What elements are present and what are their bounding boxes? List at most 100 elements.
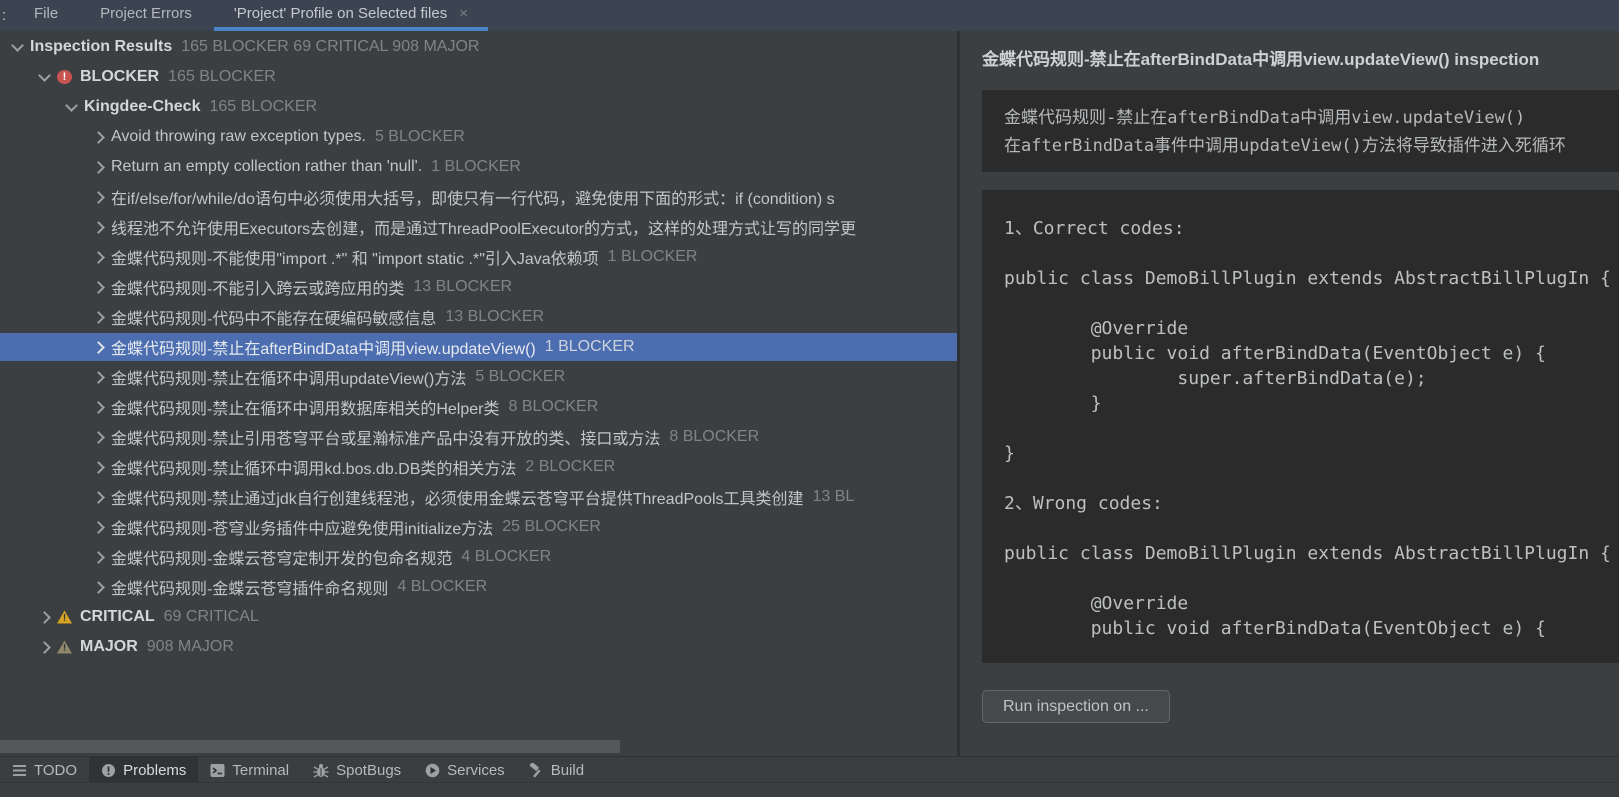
- tree-row[interactable]: 金蝶代码规则-不能引入跨云或跨应用的类 13 BLOCKER: [0, 273, 957, 301]
- tree-row[interactable]: !CRITICAL69 CRITICAL: [0, 603, 957, 631]
- tree-row-count: 1 BLOCKER: [431, 158, 521, 176]
- tree-row-count: 8 BLOCKER: [508, 398, 598, 416]
- tree-row-label: 金蝶代码规则-禁止在afterBindData中调用view.updateVie…: [111, 335, 536, 359]
- tree-row[interactable]: 金蝶代码规则-禁止在afterBindData中调用view.updateVie…: [0, 333, 957, 361]
- close-icon[interactable]: ×: [459, 5, 468, 22]
- chevron-right-icon[interactable]: [87, 546, 109, 568]
- inspection-code-example: 1、Correct codes: public class DemoBillPl…: [982, 190, 1619, 663]
- toolwindow-label: Problems: [123, 762, 186, 779]
- chevron-right-icon[interactable]: [87, 396, 109, 418]
- tree-row-label: Avoid throwing raw exception types.: [111, 128, 366, 146]
- toolwindow-label: SpotBugs: [336, 762, 401, 779]
- chevron-right-icon[interactable]: [87, 216, 109, 238]
- run-inspection-button[interactable]: Run inspection on ...: [982, 690, 1170, 723]
- tree-row[interactable]: 金蝶代码规则-不能使用"import .*" 和 "import static …: [0, 243, 957, 271]
- tree-row[interactable]: 金蝶代码规则-金蝶云苍穹插件命名规则4 BLOCKER: [0, 573, 957, 601]
- tree-row[interactable]: !MAJOR908 MAJOR: [0, 633, 957, 661]
- chevron-right-icon[interactable]: [33, 606, 55, 628]
- chevron-right-icon[interactable]: [87, 336, 109, 358]
- chevron-right-icon[interactable]: [87, 576, 109, 598]
- chevron-right-icon[interactable]: [87, 156, 109, 178]
- chevron-right-icon[interactable]: [87, 516, 109, 538]
- tree-row-count: 25 BLOCKER: [502, 518, 601, 536]
- problems-icon: [101, 763, 116, 778]
- error-icon: !: [57, 70, 72, 84]
- chevron-right-icon[interactable]: [87, 306, 109, 328]
- inspection-title: 金蝶代码规则-禁止在afterBindData中调用view.updateVie…: [982, 45, 1615, 70]
- tab-project-profile[interactable]: 'Project' Profile on Selected files ×: [214, 0, 488, 31]
- tree-row[interactable]: 金蝶代码规则-金蝶云苍穹定制开发的包命名规范4 BLOCKER: [0, 543, 957, 571]
- tree-row[interactable]: 线程池不允许使用Executors去创建，而是通过ThreadPoolExecu…: [0, 213, 957, 241]
- tree-row-count: 5 BLOCKER: [375, 128, 465, 146]
- tree-row-label: 金蝶代码规则-金蝶云苍穹插件命名规则: [111, 575, 388, 599]
- toolwindow-spotbugs[interactable]: SpotBugs: [301, 757, 413, 783]
- tree-row-label: Return an empty collection rather than '…: [111, 158, 422, 176]
- tree-row[interactable]: 金蝶代码规则-禁止引用苍穹平台或星瀚标准产品中没有开放的类、接口或方法8 BLO…: [0, 423, 957, 451]
- tree-row-count: 908 MAJOR: [147, 638, 234, 656]
- toolwindow-services[interactable]: Services: [413, 757, 517, 783]
- tree-row-label: 金蝶代码规则-禁止引用苍穹平台或星瀚标准产品中没有开放的类、接口或方法: [111, 425, 660, 449]
- tree-row-label: 金蝶代码规则-禁止循环中调用kd.bos.db.DB类的相关方法: [111, 455, 516, 479]
- todo-list-icon: [12, 763, 27, 778]
- tree-row[interactable]: 金蝶代码规则-禁止在循环中调用updateView()方法5 BLOCKER: [0, 363, 957, 391]
- tree-row[interactable]: 金蝶代码规则-禁止通过jdk自行创建线程池，必须使用金蝶云苍穹平台提供Threa…: [0, 483, 957, 511]
- chevron-right-icon[interactable]: [87, 486, 109, 508]
- toolwindow-todo[interactable]: TODO: [0, 757, 89, 783]
- editor-tab-bar: : File Project Errors 'Project' Profile …: [0, 0, 1619, 31]
- toolwindow-problems[interactable]: Problems: [89, 757, 198, 783]
- tab-project-errors[interactable]: Project Errors: [80, 0, 212, 31]
- tree-row-count: 13 BLOCKER: [413, 278, 512, 296]
- chevron-down-icon[interactable]: [60, 96, 82, 118]
- description-line: 金蝶代码规则-禁止在afterBindData中调用view.updateVie…: [1004, 104, 1619, 132]
- tree-row-count: 2 BLOCKER: [525, 458, 615, 476]
- tree-row[interactable]: !BLOCKER165 BLOCKER: [0, 63, 957, 91]
- chevron-right-icon[interactable]: [87, 366, 109, 388]
- tree-row-label: 在if/else/for/while/do语句中必须使用大括号，即使只有一行代码…: [111, 185, 835, 209]
- tree-row-label: 线程池不允许使用Executors去创建，而是通过ThreadPoolExecu…: [111, 215, 856, 239]
- tree-row[interactable]: Kingdee-Check165 BLOCKER: [0, 93, 957, 121]
- warning-icon: !: [57, 610, 72, 624]
- tree-row[interactable]: 在if/else/for/while/do语句中必须使用大括号，即使只有一行代码…: [0, 183, 957, 211]
- chevron-down-icon[interactable]: [6, 36, 28, 58]
- chevron-right-icon[interactable]: [87, 276, 109, 298]
- tree-row[interactable]: 金蝶代码规则-代码中不能存在硬编码敏感信息13 BLOCKER: [0, 303, 957, 331]
- chevron-right-icon[interactable]: [33, 636, 55, 658]
- tree-row-count: 1 BLOCKER: [608, 248, 698, 266]
- chevron-right-icon[interactable]: [87, 426, 109, 448]
- truncated-edge-label: :: [2, 7, 12, 24]
- tree-row[interactable]: 金蝶代码规则-苍穹业务插件中应避免使用initialize方法25 BLOCKE…: [0, 513, 957, 541]
- tab-file[interactable]: File: [14, 0, 78, 31]
- chevron-right-icon[interactable]: [87, 456, 109, 478]
- chevron-right-icon[interactable]: [87, 246, 109, 268]
- toolwindow-label: Terminal: [232, 762, 289, 779]
- tree-row[interactable]: Return an empty collection rather than '…: [0, 153, 957, 181]
- tree-row-count: 69 CRITICAL: [164, 608, 259, 626]
- code-sample: 1、Correct codes: public class DemoBillPl…: [1004, 216, 1619, 641]
- inspection-tree: Inspection Results165 BLOCKER 69 CRITICA…: [0, 33, 957, 663]
- tree-row[interactable]: 金蝶代码规则-禁止在循环中调用数据库相关的Helper类8 BLOCKER: [0, 393, 957, 421]
- toolwindow-label: TODO: [34, 762, 77, 779]
- ide-window: : File Project Errors 'Project' Profile …: [0, 0, 1619, 797]
- tree-row-label: BLOCKER: [80, 68, 159, 86]
- toolwindow-build[interactable]: Build: [517, 757, 596, 783]
- tree-row-count: 13 BLOCKER: [445, 308, 544, 326]
- tool-window-bar: TODO Problems Terminal: [0, 756, 1619, 783]
- tab-label: 'Project' Profile on Selected files: [234, 5, 447, 22]
- toolwindow-label: Build: [551, 762, 584, 779]
- tree-row[interactable]: Avoid throwing raw exception types. 5 BLO…: [0, 123, 957, 151]
- tree-row-label: 金蝶代码规则-不能引入跨云或跨应用的类: [111, 275, 404, 299]
- description-line: 在afterBindData事件中调用updateView()方法将导致插件进入…: [1004, 132, 1619, 160]
- chevron-right-icon[interactable]: [87, 186, 109, 208]
- tree-row[interactable]: Inspection Results165 BLOCKER 69 CRITICA…: [0, 33, 957, 61]
- tree-row-count: 4 BLOCKER: [461, 548, 551, 566]
- tree-row[interactable]: 金蝶代码规则-禁止循环中调用kd.bos.db.DB类的相关方法 2 BLOCKE…: [0, 453, 957, 481]
- horizontal-scrollbar[interactable]: [0, 740, 620, 753]
- inspection-results-panel: Inspection Results165 BLOCKER 69 CRITICA…: [0, 31, 957, 757]
- status-bar: [0, 782, 1619, 797]
- tree-row-count: 13 BL: [813, 488, 855, 506]
- chevron-right-icon[interactable]: [87, 126, 109, 148]
- chevron-down-icon[interactable]: [33, 66, 55, 88]
- toolwindow-terminal[interactable]: Terminal: [198, 757, 301, 783]
- warning-icon: !: [57, 640, 72, 654]
- toolwindow-label: Services: [447, 762, 505, 779]
